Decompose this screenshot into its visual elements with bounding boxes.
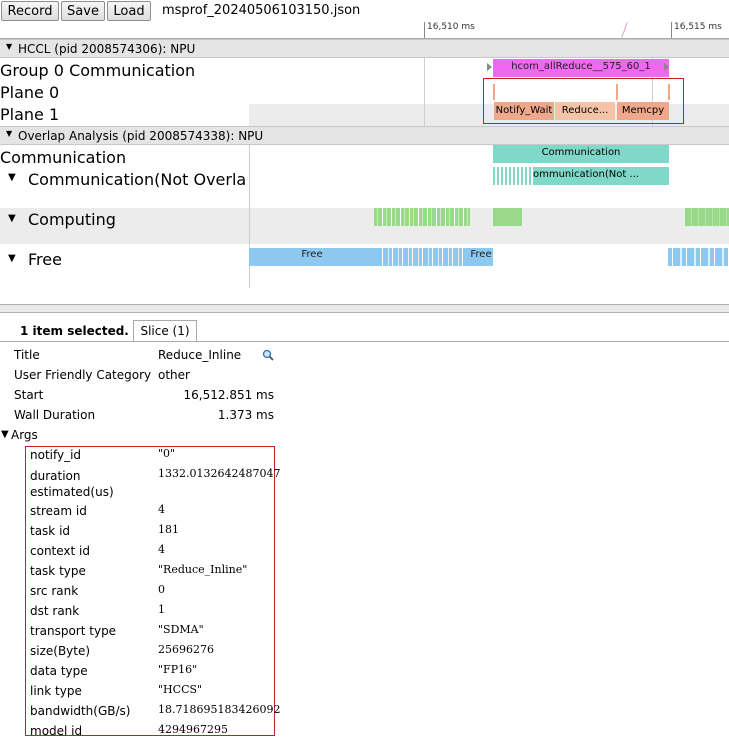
arg-value: 4 [158, 543, 165, 556]
arg-value: "SDMA" [158, 623, 204, 636]
tab-slice[interactable]: Slice (1) [133, 320, 197, 341]
arg-key: notify_id [30, 448, 82, 462]
expand-icon[interactable]: ▼ [8, 213, 16, 224]
process-header-overlap[interactable]: ▼ Overlap Analysis (pid 2008574338): NPU [0, 126, 729, 145]
track-label-computing: Computing [28, 210, 116, 229]
arg-value: 4 [158, 503, 165, 516]
track-label-communication: Communication [0, 148, 127, 167]
expand-icon[interactable]: ▼ [8, 172, 16, 183]
track-label-plane0: Plane 0 [0, 83, 60, 102]
slice-computing[interactable] [685, 208, 729, 226]
arg-value: 181 [158, 523, 179, 536]
arg-key: link type [30, 684, 82, 698]
track-divider [249, 145, 250, 288]
args-label: Args [11, 428, 38, 442]
process-label: Overlap Analysis (pid 2008574338): NPU [18, 129, 264, 143]
load-button[interactable]: Load [107, 1, 151, 21]
ruler-tick-label: 16,510 ms [427, 22, 475, 32]
timeline-ruler[interactable]: 16,510 ms 16,515 ms [249, 18, 729, 39]
slice-stripes [493, 167, 533, 185]
track-label-free: Free [28, 250, 62, 269]
ruler-marker [621, 22, 628, 38]
arg-key: src rank [30, 584, 79, 598]
slice-arrow-right-icon [664, 63, 669, 71]
ruler-tick-label: 16,515 ms [674, 22, 722, 32]
collapse-icon[interactable]: ▼ [6, 129, 12, 138]
arg-value: 0 [158, 583, 165, 596]
slice-computing[interactable] [493, 208, 522, 226]
field-category-key: User Friendly Category [14, 368, 152, 382]
field-wall-value: 1.373 ms [217, 408, 274, 422]
selection-summary: 1 item selected. [20, 324, 129, 338]
arg-key: stream id [30, 504, 87, 518]
arg-value: "0" [158, 447, 176, 460]
arg-key: bandwidth(GB/s) [30, 704, 131, 718]
record-button[interactable]: Record [1, 1, 59, 21]
arg-key: duration estimated(us) [30, 469, 114, 499]
field-title-value: Reduce_Inline [158, 348, 242, 362]
arg-key: task type [30, 564, 86, 578]
field-start-value: 16,512.851 ms [183, 388, 274, 402]
arg-value: "FP16" [158, 663, 198, 676]
arg-key: size(Byte) [30, 644, 91, 658]
arg-value: 4294967295 [158, 723, 228, 736]
tab-underline [0, 341, 729, 342]
slice-free-label: Free [470, 249, 492, 260]
ruler-tick [424, 22, 425, 38]
arg-value: "Reduce_Inline" [158, 563, 248, 576]
track-label-comm-not-overlap: Communication(Not Overlap [28, 170, 245, 189]
process-label: HCCL (pid 2008574306): NPU [18, 42, 196, 56]
track-label-group0: Group 0 Communication [0, 61, 196, 80]
arg-key: context id [30, 544, 90, 558]
args-expand-icon[interactable]: ▼ [1, 429, 9, 440]
slice-free-label: Free [301, 249, 323, 260]
arg-value: 25696276 [158, 643, 214, 656]
panel-splitter[interactable] [0, 304, 729, 313]
slice-computing[interactable] [374, 208, 470, 226]
track-label-plane1: Plane 1 [0, 105, 60, 124]
arg-key: data type [30, 664, 88, 678]
save-button[interactable]: Save [61, 1, 105, 21]
arg-key: model id [30, 724, 83, 738]
field-title-key: Title [14, 348, 40, 362]
arg-value: 1332.0132642487047 [158, 467, 281, 480]
ruler-left-blank [0, 23, 249, 39]
search-icon[interactable] [262, 349, 274, 361]
arg-value: 18.718695183426092 [158, 703, 281, 716]
slice-hcom-allreduce[interactable]: hcom_allReduce__575_60_1 [493, 59, 669, 77]
arg-value: "HCCS" [158, 683, 203, 696]
slice-free-stripes[interactable] [668, 248, 729, 266]
file-name: msprof_20240506103150.json [162, 3, 361, 18]
arg-key: dst rank [30, 604, 80, 618]
ruler-tick [671, 22, 672, 38]
highlight-box [483, 78, 684, 124]
collapse-icon[interactable]: ▼ [6, 42, 12, 51]
slice-arrow-left-icon [487, 63, 492, 71]
process-header-hccl[interactable]: ▼ HCCL (pid 2008574306): NPU [0, 39, 729, 58]
slice-free-stripes[interactable] [379, 248, 464, 266]
field-start-key: Start [14, 388, 44, 402]
arg-key: task id [30, 524, 71, 538]
field-category-value: other [158, 368, 190, 382]
expand-icon[interactable]: ▼ [8, 253, 16, 264]
slice-communication[interactable]: Communication [493, 145, 669, 163]
arg-key: transport type [30, 624, 117, 638]
field-wall-key: Wall Duration [14, 408, 96, 422]
arg-value: 1 [158, 603, 165, 616]
